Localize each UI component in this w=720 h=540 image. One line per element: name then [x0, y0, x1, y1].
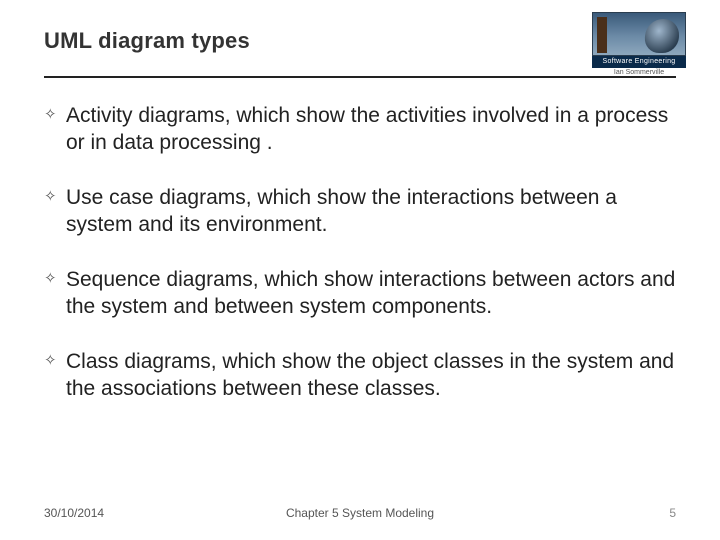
- list-item: ✧ Use case diagrams, which show the inte…: [44, 184, 676, 266]
- logo-sub-text: Ian Sommerville: [592, 69, 686, 76]
- footer-chapter: Chapter 5 System Modeling: [0, 506, 720, 520]
- logo-photo: [592, 12, 686, 56]
- list-item: ✧ Activity diagrams, which show the acti…: [44, 102, 676, 184]
- list-item-text: Sequence diagrams, which show interactio…: [66, 266, 676, 320]
- list-item: ✧ Sequence diagrams, which show interact…: [44, 266, 676, 348]
- logo-bar-text: Software Engineering: [592, 56, 686, 68]
- book-logo: Software Engineering Ian Sommerville: [592, 12, 686, 76]
- footer: 30/10/2014 Chapter 5 System Modeling 5: [0, 506, 720, 520]
- diamond-bullet-icon: ✧: [44, 184, 66, 210]
- header: UML diagram types Software Engineering I…: [44, 28, 676, 54]
- diamond-bullet-icon: ✧: [44, 348, 66, 374]
- slide-title: UML diagram types: [44, 28, 676, 54]
- list-item-text: Class diagrams, which show the object cl…: [66, 348, 676, 402]
- slide: UML diagram types Software Engineering I…: [0, 0, 720, 540]
- content: ✧ Activity diagrams, which show the acti…: [44, 78, 676, 430]
- list-item: ✧ Class diagrams, which show the object …: [44, 348, 676, 430]
- diamond-bullet-icon: ✧: [44, 266, 66, 292]
- diamond-bullet-icon: ✧: [44, 102, 66, 128]
- list-item-text: Use case diagrams, which show the intera…: [66, 184, 676, 238]
- list-item-text: Activity diagrams, which show the activi…: [66, 102, 676, 156]
